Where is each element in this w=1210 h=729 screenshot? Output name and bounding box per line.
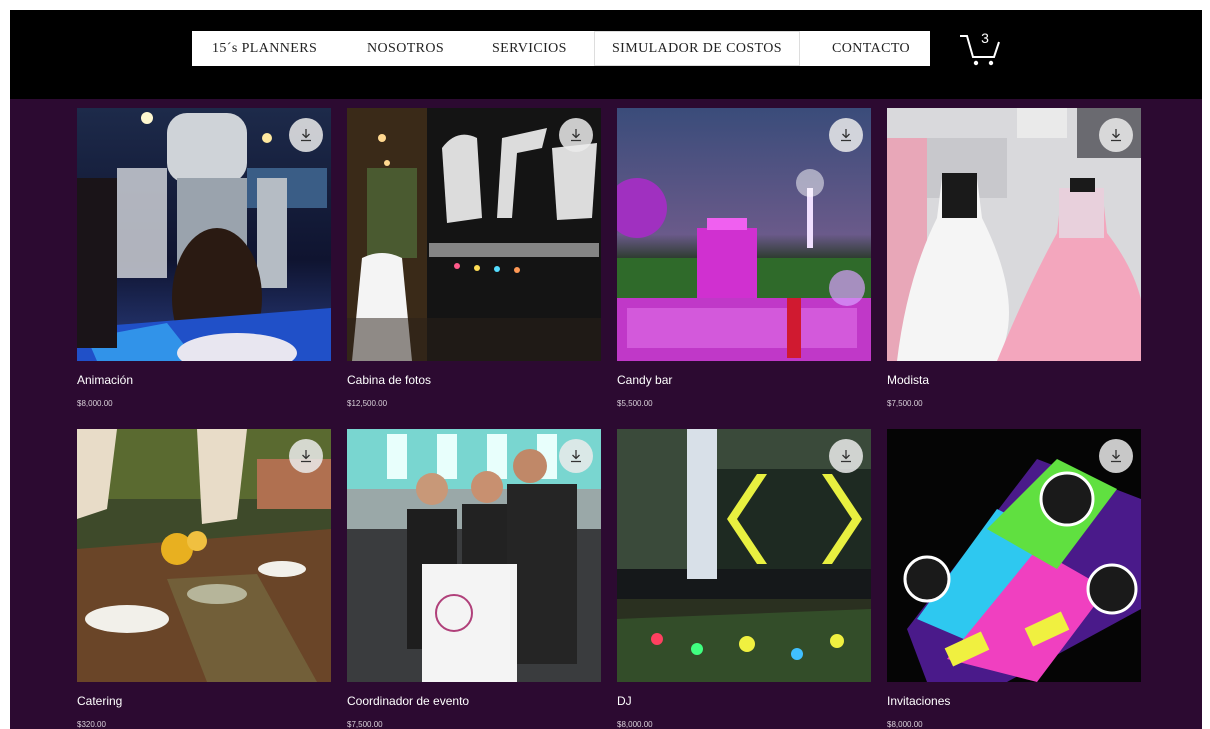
nav-item-simulador[interactable]: SIMULADOR DE COSTOS [594,31,800,66]
cart-count: 3 [981,30,989,46]
site-frame: 15´s PLANNERS NOSOTROS SERVICIOS SIMULAD… [10,10,1202,729]
product-card-catering[interactable]: Catering $320.00 [77,429,331,729]
product-price: $320.00 [77,720,106,729]
product-title[interactable]: Cabina de fotos [347,373,431,387]
product-card-candy-bar[interactable]: Candy bar $5,500.00 [617,108,871,418]
download-button[interactable] [289,439,323,473]
download-button[interactable] [1099,118,1133,152]
product-card-cabina[interactable]: Cabina de fotos $12,500.00 [347,108,601,418]
download-icon [841,450,851,463]
download-button[interactable] [289,118,323,152]
product-title[interactable]: Animación [77,373,133,387]
nav-item-nosotros[interactable]: NOSOTROS [367,31,444,66]
download-icon [1111,129,1121,142]
product-price: $12,500.00 [347,399,388,408]
product-title[interactable]: Catering [77,694,122,708]
download-button[interactable] [829,439,863,473]
product-title[interactable]: Coordinador de evento [347,694,469,708]
product-title[interactable]: DJ [617,694,632,708]
product-title[interactable]: Candy bar [617,373,672,387]
product-title[interactable]: Modista [887,373,929,387]
download-button[interactable] [1099,439,1133,473]
product-card-coordinador[interactable]: Coordinador de evento $7,500.00 [347,429,601,729]
product-card-invitaciones[interactable]: Invitaciones $8,000.00 [887,429,1141,729]
product-price: $8,000.00 [77,399,113,408]
product-price: $5,500.00 [617,399,653,408]
main-nav: 15´s PLANNERS NOSOTROS SERVICIOS SIMULAD… [192,31,930,66]
product-price: $7,500.00 [347,720,383,729]
download-button[interactable] [559,118,593,152]
nav-item-planners[interactable]: 15´s PLANNERS [212,31,317,66]
download-button[interactable] [559,439,593,473]
cart-button[interactable]: 3 [958,30,1004,70]
download-icon [571,450,581,463]
download-button[interactable] [829,118,863,152]
product-card-modista[interactable]: Modista $7,500.00 [887,108,1141,418]
header-bar: 15´s PLANNERS NOSOTROS SERVICIOS SIMULAD… [10,10,1202,99]
download-icon [571,129,581,142]
download-icon [301,129,311,142]
download-icon [841,129,851,142]
product-card-animacion[interactable]: Animación $8,000.00 [77,108,331,418]
product-card-dj[interactable]: DJ $8,000.00 [617,429,871,729]
product-price: $7,500.00 [887,399,923,408]
download-icon [301,450,311,463]
product-gallery: Animación $8,000.00 Cabina de fotos $12,… [10,99,1202,729]
nav-item-servicios[interactable]: SERVICIOS [492,31,567,66]
product-price: $8,000.00 [617,720,653,729]
product-price: $8,000.00 [887,720,923,729]
product-title[interactable]: Invitaciones [887,694,950,708]
download-icon [1111,450,1121,463]
nav-item-contacto[interactable]: CONTACTO [832,31,910,66]
